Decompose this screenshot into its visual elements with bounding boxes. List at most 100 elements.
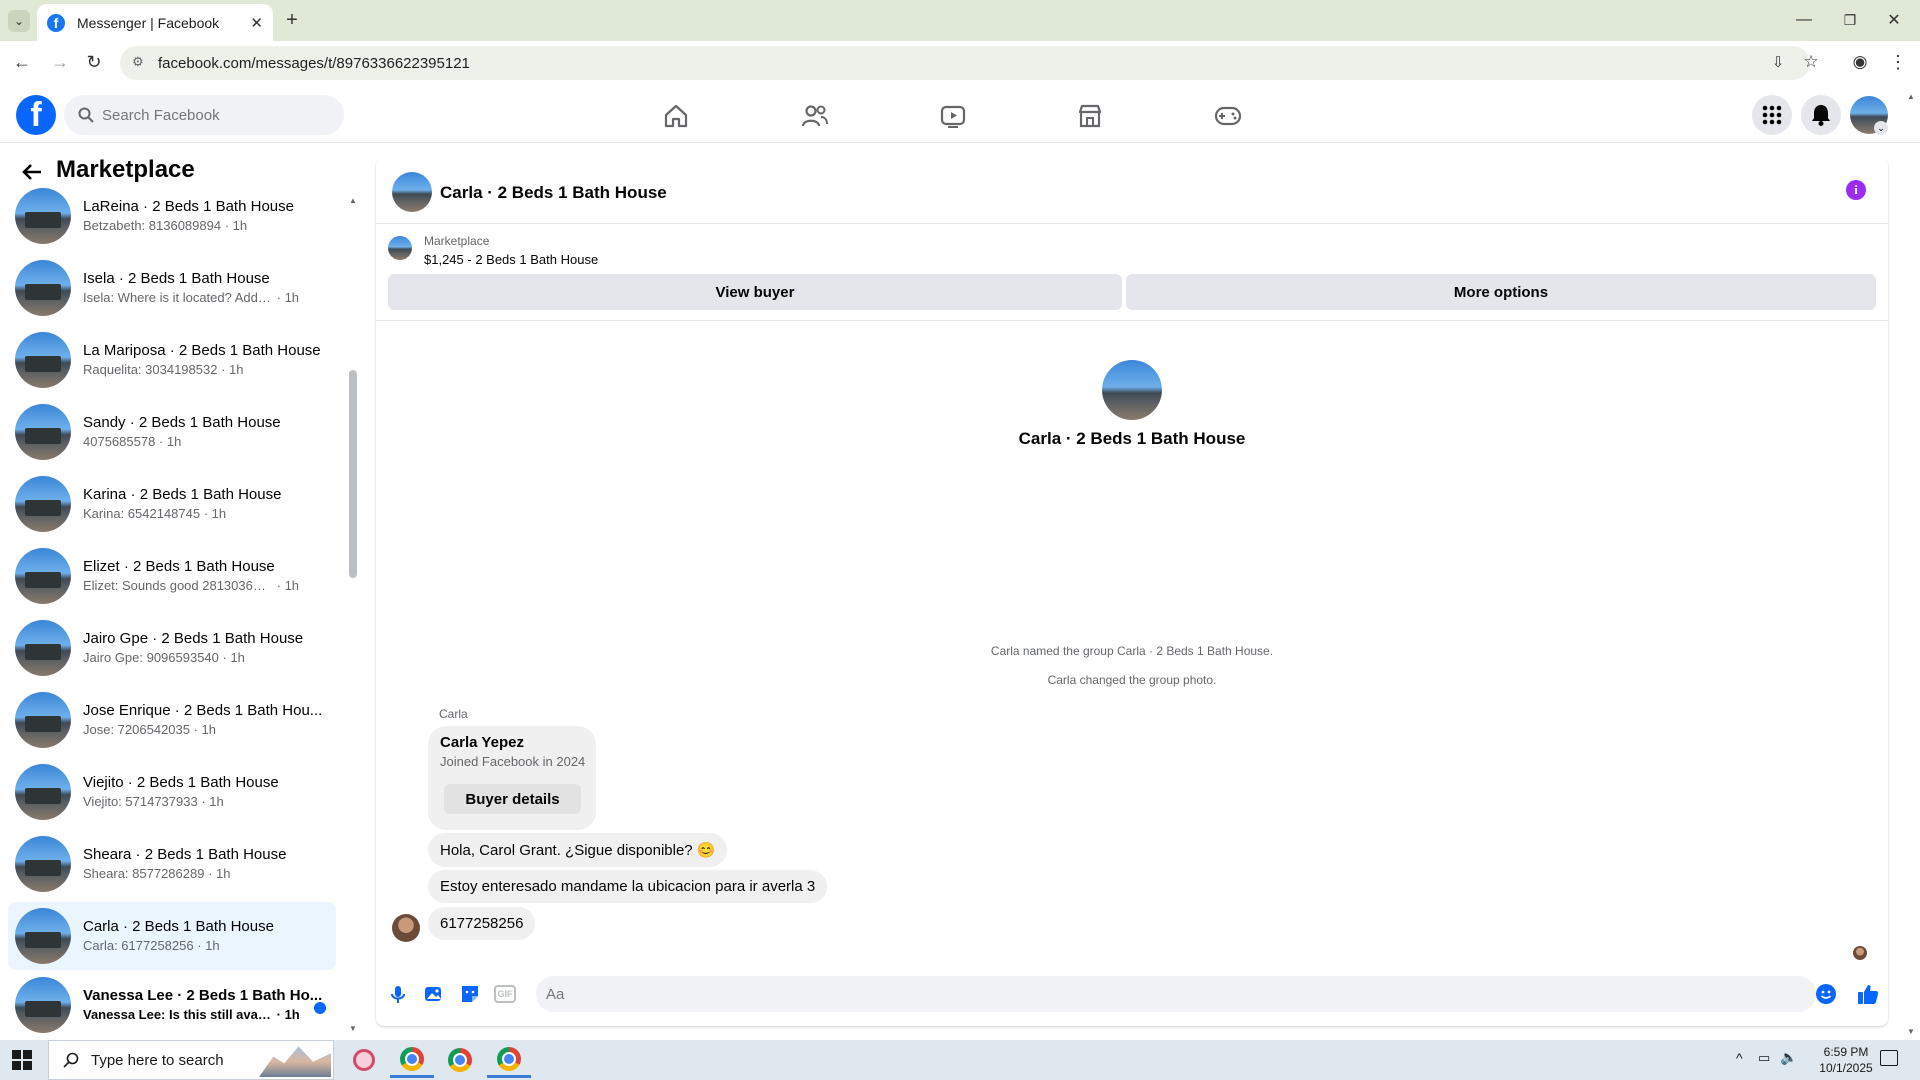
volume-icon[interactable]: 🔈 <box>1780 1049 1797 1066</box>
nav-friends-icon[interactable] <box>760 96 870 136</box>
page-scroll-down-icon[interactable]: ▼ <box>1907 1027 1915 1036</box>
message-bubble[interactable]: 6177258256 <box>428 907 536 940</box>
message-bubble[interactable]: Hola, Carol Grant. ¿Sigue disponible? 😊 <box>428 833 728 867</box>
site-info-icon[interactable]: ⚙ <box>132 54 144 70</box>
conversation-name: Carla · 2 Beds 1 Bath House <box>83 918 274 935</box>
minimize-window-icon[interactable]: — <box>1790 8 1818 32</box>
notifications-bell-icon[interactable] <box>1801 95 1841 135</box>
conversation-avatar <box>15 476 71 532</box>
taskbar-chrome-icon[interactable] <box>487 1042 531 1078</box>
chat-header-avatar[interactable] <box>392 172 432 212</box>
group-photo-avatar[interactable] <box>1102 360 1162 420</box>
profile-icon[interactable]: ◉ <box>1848 50 1872 74</box>
nav-home-icon[interactable] <box>621 96 731 136</box>
photo-icon[interactable] <box>424 984 444 1004</box>
show-hidden-icons-icon[interactable]: ^ <box>1736 1050 1743 1066</box>
taskbar-search-box[interactable]: Type here to search <box>48 1040 334 1080</box>
scroll-down-icon[interactable]: ▼ <box>349 1024 357 1033</box>
tab-search-icon[interactable]: ⌄ <box>8 10 30 32</box>
conversation-name: Isela · 2 Beds 1 Bath House <box>83 270 270 287</box>
conversation-name: Elizet · 2 Beds 1 Bath House <box>83 558 275 575</box>
notification-center-icon[interactable] <box>1880 1050 1898 1066</box>
scroll-up-icon[interactable]: ▲ <box>349 196 357 205</box>
nav-video-icon[interactable] <box>898 96 1008 136</box>
conversation-item[interactable]: Sandy · 2 Beds 1 Bath House 4075685578 ·… <box>8 398 336 466</box>
more-options-button[interactable]: More options <box>1126 274 1876 310</box>
chat-header-title[interactable]: Carla · 2 Beds 1 Bath House <box>440 183 667 203</box>
conversation-preview: Carla: 6177258256 <box>83 938 194 953</box>
restore-window-icon[interactable]: ❐ <box>1836 8 1864 32</box>
thumbs-up-icon[interactable] <box>1856 982 1880 1006</box>
conversation-avatar <box>15 620 71 676</box>
bookmark-star-icon[interactable]: ☆ <box>1799 50 1823 74</box>
taskbar-chrome-icon[interactable] <box>390 1042 434 1078</box>
info-icon[interactable]: i <box>1846 180 1866 200</box>
windows-start-icon[interactable] <box>12 1050 32 1070</box>
conversation-preview: Betzabeth: 8136089894 <box>83 218 222 233</box>
conversation-avatar <box>15 548 71 604</box>
gif-icon[interactable]: GIF <box>494 985 516 1003</box>
conversation-name: Vanessa Lee · 2 Beds 1 Bath Ho... <box>83 987 323 1004</box>
conversation-name: LaReina · 2 Beds 1 Bath House <box>83 198 294 215</box>
conversation-avatar <box>15 188 71 244</box>
reload-icon[interactable]: ↻ <box>82 50 106 74</box>
conversation-item[interactable]: Elizet · 2 Beds 1 Bath House Elizet: Sou… <box>8 542 336 610</box>
listing-source: Marketplace <box>424 234 490 248</box>
sticker-icon[interactable] <box>460 984 480 1004</box>
conversation-avatar <box>15 260 71 316</box>
conversation-item[interactable]: Viejito · 2 Beds 1 Bath House Viejito: 5… <box>8 758 336 826</box>
message-composer[interactable] <box>536 976 1816 1012</box>
browser-tab[interactable]: f Messenger | Facebook ✕ <box>37 4 273 41</box>
conversation-avatar <box>15 332 71 388</box>
menu-grid-icon[interactable] <box>1752 95 1792 135</box>
browser-menu-icon[interactable]: ⋮ <box>1886 50 1910 74</box>
view-buyer-button[interactable]: View buyer <box>388 274 1122 310</box>
facebook-logo-icon[interactable]: f <box>16 95 56 135</box>
close-tab-icon[interactable]: ✕ <box>250 14 263 32</box>
conversation-preview: Raquelita: 3034198532 <box>83 362 218 377</box>
message-input[interactable] <box>546 985 1726 1003</box>
conversation-time: 1h <box>230 650 245 665</box>
conversation-preview: Isela: Where is it located? Address ... <box>83 290 273 305</box>
listing-thumbnail[interactable] <box>388 236 412 260</box>
conversation-avatar <box>15 908 71 964</box>
network-icon[interactable]: ▭ <box>1758 1050 1770 1066</box>
conversation-item[interactable]: Isela · 2 Beds 1 Bath House Isela: Where… <box>8 254 336 322</box>
sender-avatar[interactable] <box>392 914 420 942</box>
address-bar[interactable]: ⚙ facebook.com/messages/t/89763366223951… <box>120 46 1810 80</box>
conversation-item-active[interactable]: Carla · 2 Beds 1 Bath House Carla: 61772… <box>8 902 336 970</box>
conversation-avatar <box>15 692 71 748</box>
conversation-item[interactable]: LaReina · 2 Beds 1 Bath House Betzabeth:… <box>8 182 336 250</box>
nav-gaming-icon[interactable] <box>1173 96 1283 136</box>
taskbar-app-icon[interactable] <box>342 1042 386 1078</box>
close-window-icon[interactable]: ✕ <box>1880 8 1908 32</box>
nav-marketplace-icon[interactable] <box>1035 96 1145 136</box>
facebook-search-box[interactable] <box>64 95 344 135</box>
conversation-item[interactable]: Jairo Gpe · 2 Beds 1 Bath House Jairo Gp… <box>8 614 336 682</box>
new-tab-icon[interactable]: + <box>280 8 304 32</box>
conversation-item[interactable]: Sheara · 2 Beds 1 Bath House Sheara: 857… <box>8 830 336 898</box>
emoji-icon[interactable] <box>1816 984 1836 1004</box>
conversation-item[interactable]: La Mariposa · 2 Beds 1 Bath House Raquel… <box>8 326 336 394</box>
buyer-details-button[interactable]: Buyer details <box>444 784 581 814</box>
conversation-item[interactable]: Jose Enrique · 2 Beds 1 Bath Hou... Jose… <box>8 686 336 754</box>
taskbar-clock[interactable]: 6:59 PM 10/1/2025 <box>1806 1044 1886 1076</box>
forward-icon[interactable]: → <box>48 50 72 74</box>
conversation-item-unread[interactable]: Vanessa Lee · 2 Beds 1 Bath Ho... Vaness… <box>8 974 336 1036</box>
search-icon <box>78 107 94 123</box>
install-app-icon[interactable]: ⇩ <box>1766 50 1790 74</box>
back-icon[interactable]: ← <box>10 50 34 74</box>
conversation-list-scrollbar[interactable] <box>349 370 357 578</box>
conversation-item[interactable]: Karina · 2 Beds 1 Bath House Karina: 654… <box>8 470 336 538</box>
conversation-avatar <box>15 836 71 892</box>
account-chevron-down-icon[interactable]: ⌄ <box>1874 121 1888 135</box>
facebook-search-input[interactable] <box>102 106 322 124</box>
taskbar-chrome-icon[interactable] <box>438 1042 482 1078</box>
listing-description[interactable]: $1,245 - 2 Beds 1 Bath House <box>424 252 598 267</box>
tab-title: Messenger | Facebook <box>77 14 220 31</box>
microphone-icon[interactable] <box>388 984 408 1004</box>
page-scroll-up-icon[interactable]: ▲ <box>1907 92 1915 101</box>
message-bubble[interactable]: Estoy enteresado mandame la ubicacion pa… <box>428 870 828 903</box>
search-highlight-image <box>259 1046 331 1077</box>
conversation-time: 1h <box>229 362 244 377</box>
